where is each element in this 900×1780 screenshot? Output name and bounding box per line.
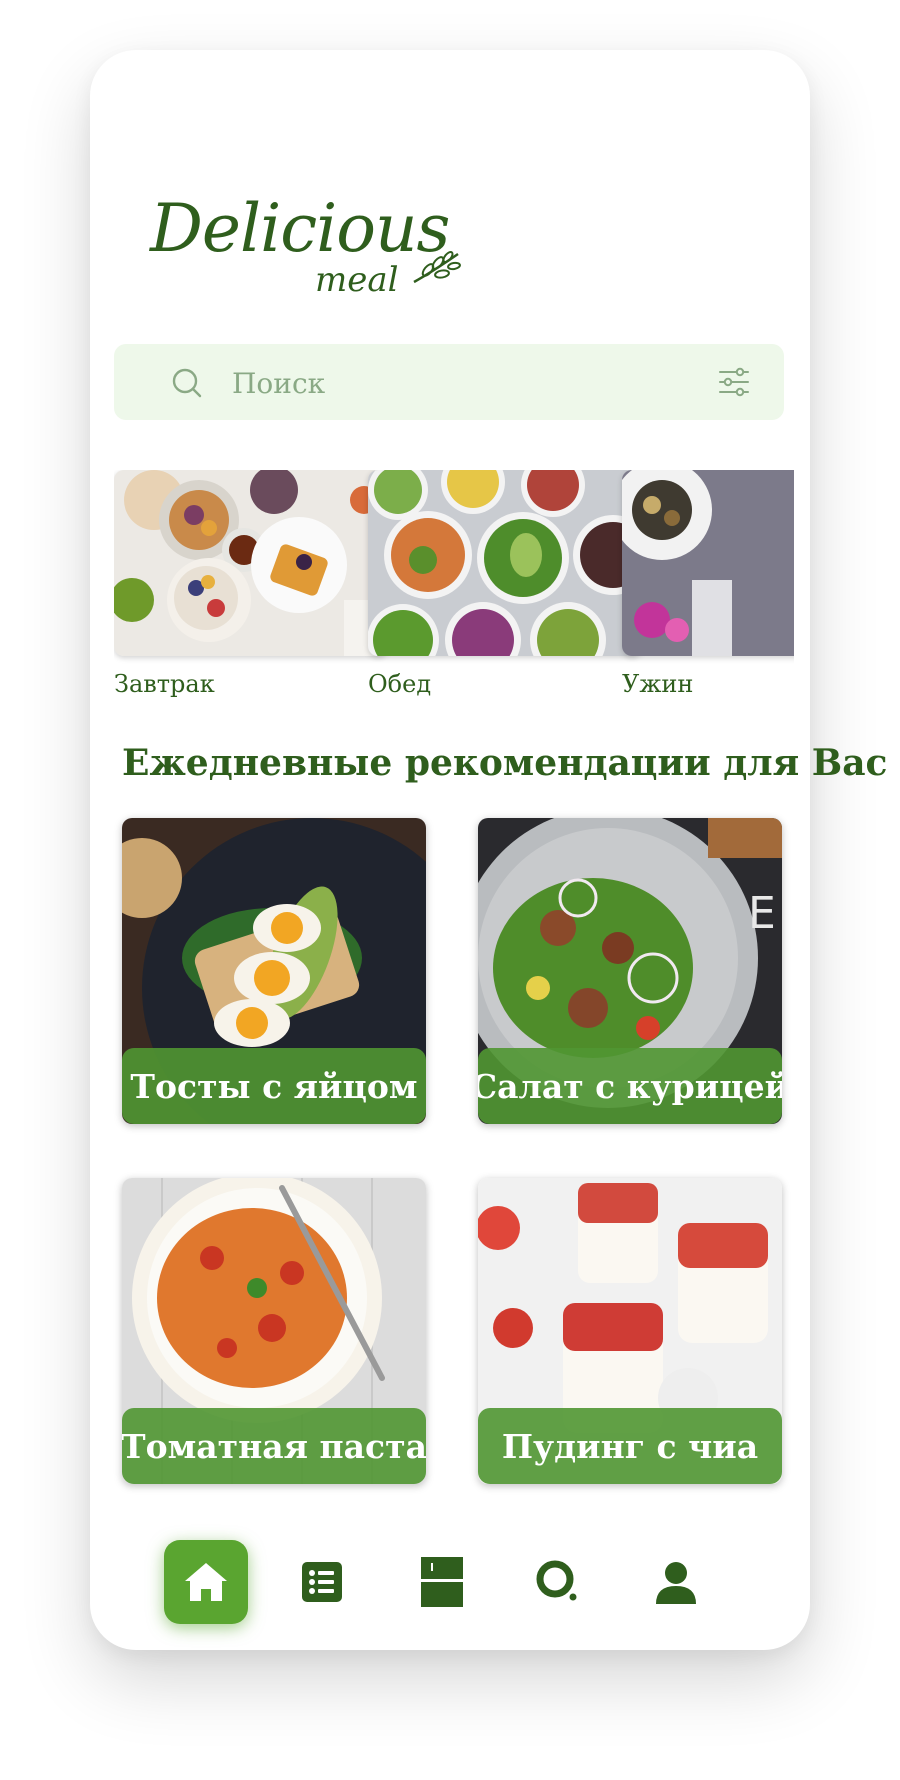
- category-label: Ужин: [622, 670, 694, 698]
- recipe-card-chia-pudding[interactable]: Пудинг с чиа: [478, 1178, 782, 1484]
- category-label: Обед: [368, 670, 432, 698]
- search-icon: [536, 1560, 577, 1601]
- filter-icon[interactable]: [718, 366, 750, 398]
- svg-text:E: E: [748, 888, 776, 939]
- recipe-title: Салат с курицей: [478, 1048, 782, 1124]
- nav-list[interactable]: [280, 1540, 364, 1624]
- category-label: Завтрак: [114, 670, 215, 698]
- breakfast-image: [114, 470, 388, 656]
- category-breakfast[interactable]: Завтрак: [114, 470, 392, 698]
- nav-profile[interactable]: [634, 1540, 718, 1624]
- recipe-title: Томатная паста: [122, 1408, 426, 1484]
- logo-word-meal: meal: [315, 260, 399, 300]
- book-icon: [421, 1557, 463, 1607]
- app-logo: Delicious meal: [150, 190, 461, 310]
- profile-icon: [656, 1562, 696, 1604]
- nav-book[interactable]: [400, 1540, 484, 1624]
- recipe-card-tomato-pasta[interactable]: Томатная паста: [122, 1178, 426, 1484]
- recipe-card-chicken-salad[interactable]: E Салат с курицей: [478, 818, 782, 1124]
- search-bar[interactable]: [114, 344, 784, 420]
- leaf-icon: [413, 251, 461, 284]
- logo-word-delicious: Delicious: [150, 190, 450, 267]
- search-input[interactable]: [230, 358, 654, 408]
- recipe-title: Пудинг с чиа: [478, 1408, 782, 1484]
- nav-search[interactable]: [516, 1540, 600, 1624]
- category-lunch[interactable]: Обед: [368, 470, 646, 698]
- recipe-title: Тосты с яйцом: [122, 1048, 426, 1124]
- recipe-card-egg-toast[interactable]: Тосты с яйцом: [122, 818, 426, 1124]
- lunch-image: [368, 470, 642, 656]
- section-title: Ежедневные рекомендации для Вас: [122, 742, 888, 784]
- dinner-image: [622, 470, 794, 656]
- bottom-nav: [90, 1540, 810, 1650]
- search-icon: [172, 368, 202, 398]
- category-carousel[interactable]: Завтрак Обед Ужин: [114, 470, 794, 710]
- list-icon: [302, 1562, 342, 1602]
- home-icon: [185, 1563, 227, 1601]
- phone-screen: Delicious meal Поиск Завтрак Обед Ужин Е…: [90, 50, 887, 1650]
- nav-home[interactable]: [164, 1540, 248, 1624]
- category-dinner[interactable]: Ужин: [622, 470, 794, 698]
